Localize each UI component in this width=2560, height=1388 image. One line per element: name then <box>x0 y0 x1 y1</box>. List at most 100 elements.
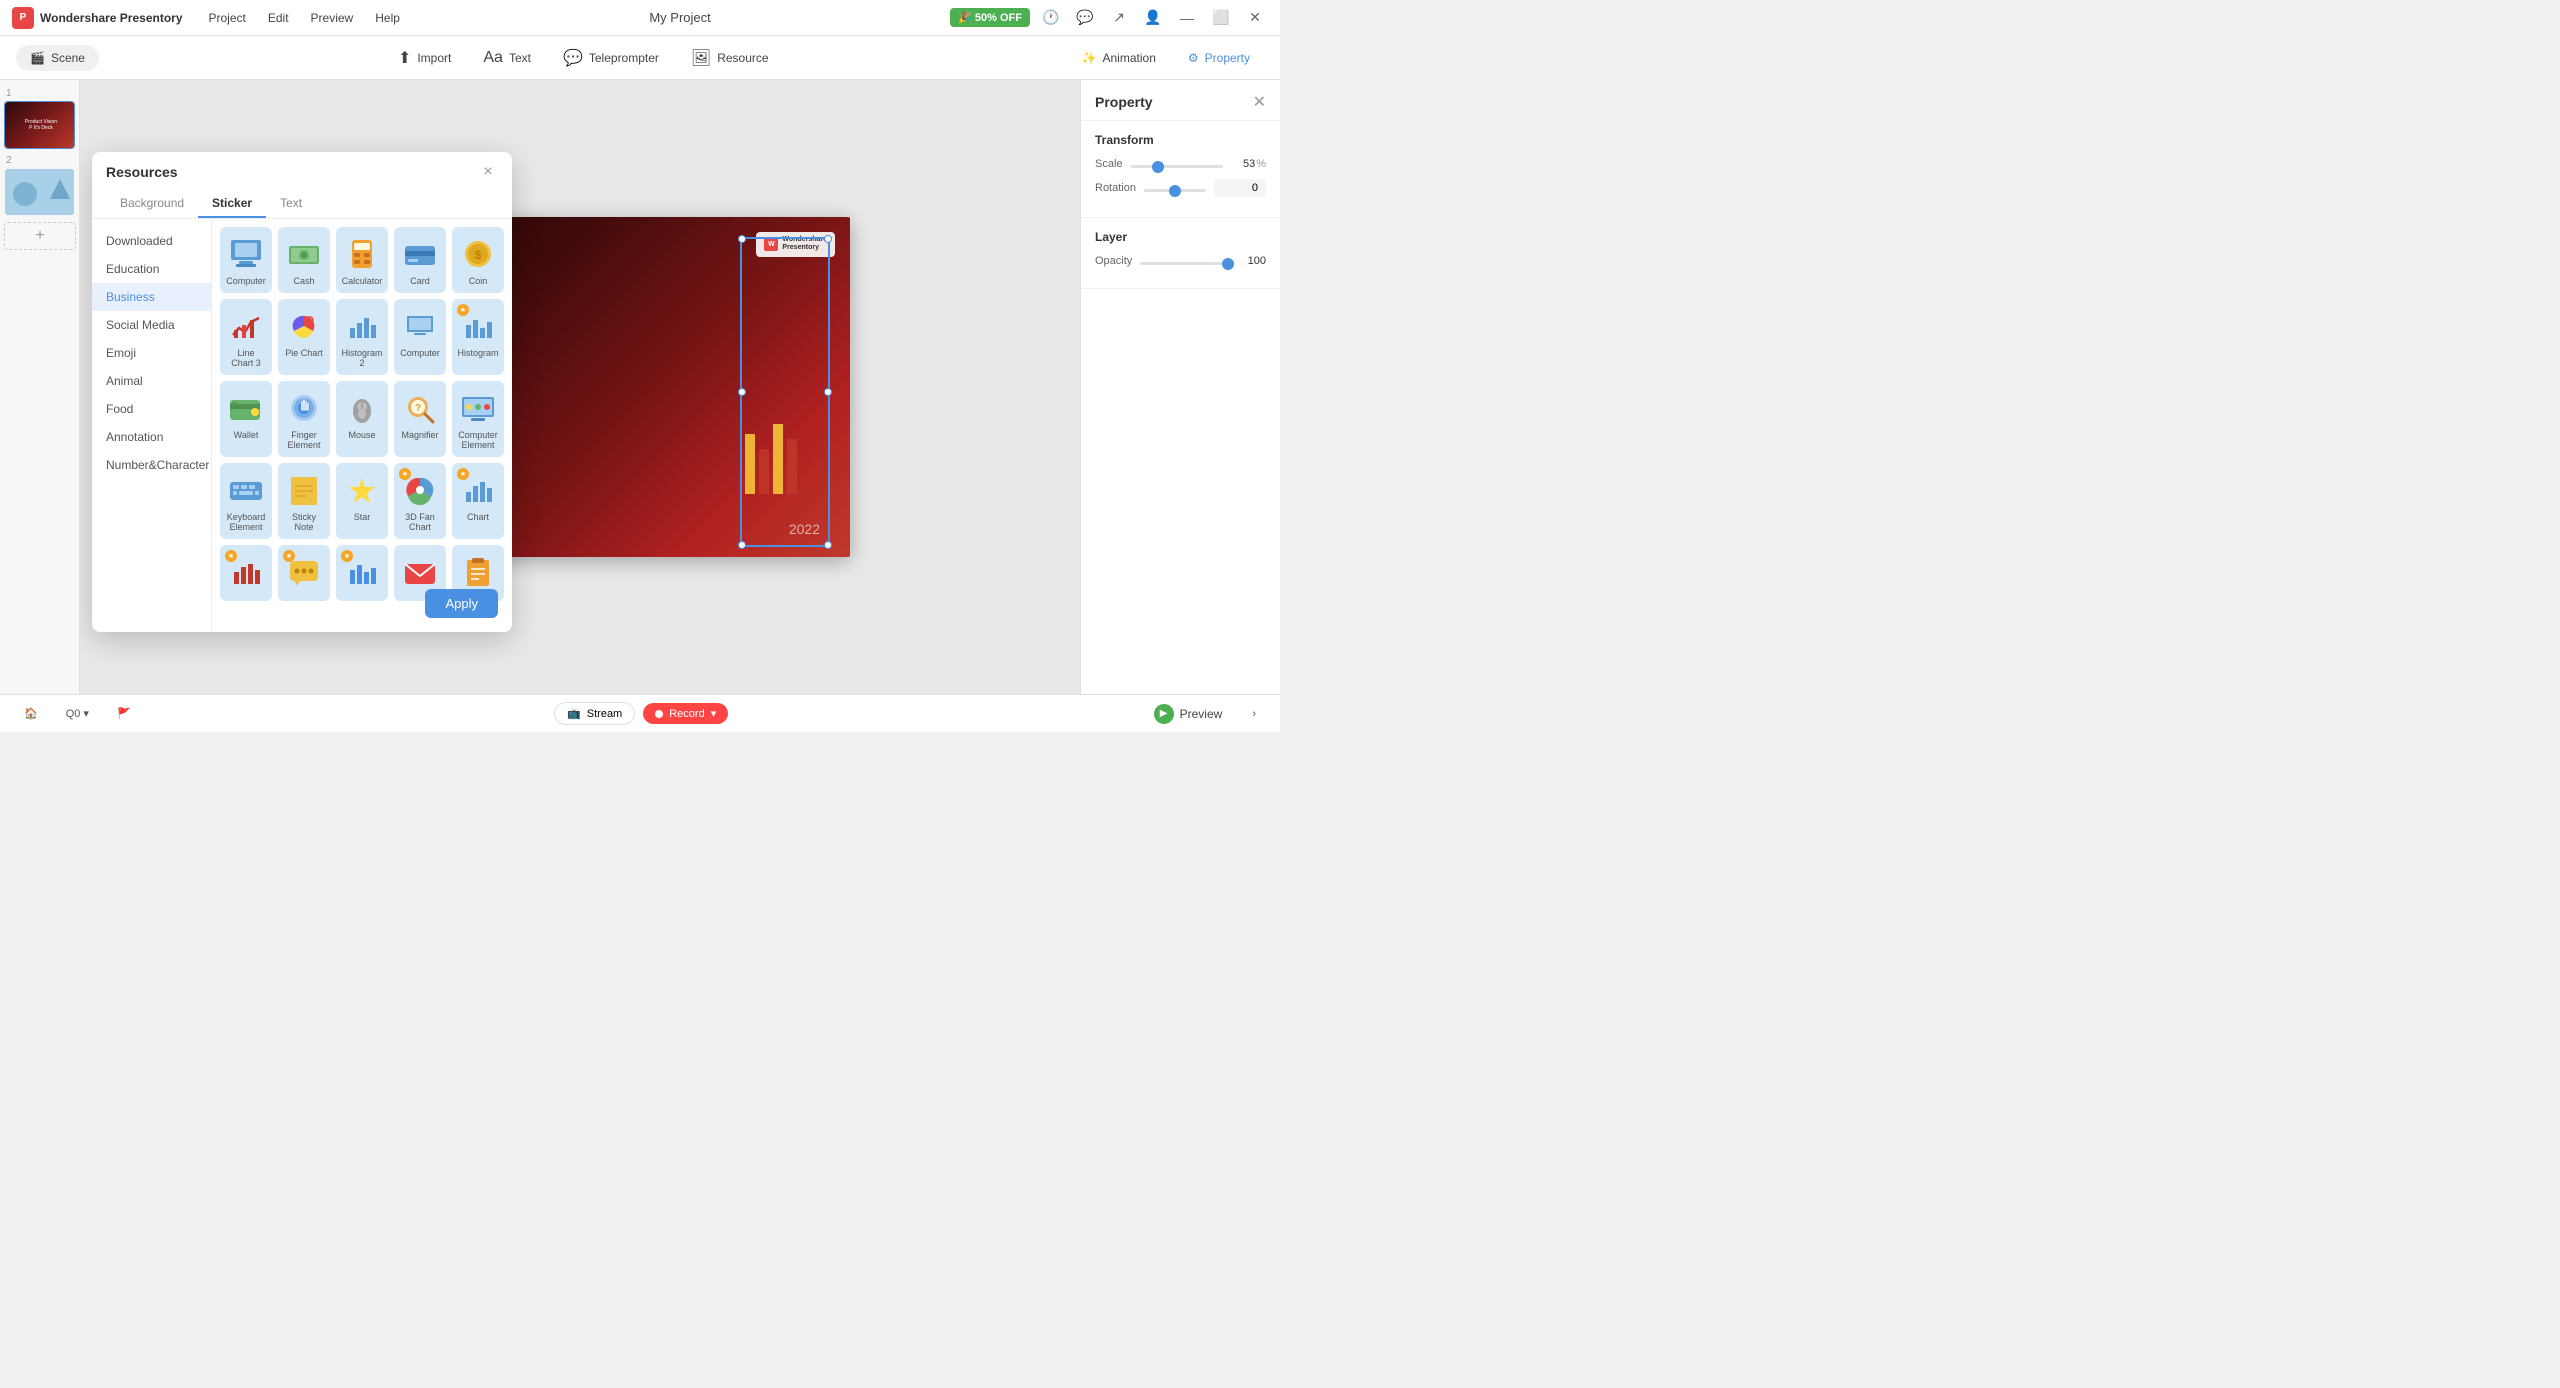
teleprompter-button[interactable]: 💬 Teleprompter <box>549 42 673 74</box>
rotation-slider[interactable] <box>1144 189 1206 192</box>
scale-value: 53 <box>1231 158 1255 170</box>
nav-project[interactable]: Project <box>199 7 256 29</box>
rotation-slider-container <box>1144 181 1206 195</box>
grid-item-3dfan[interactable]: ★ 3D Fan Chart <box>394 463 446 539</box>
grid-item-wallet[interactable]: Wallet <box>220 381 272 457</box>
minimize-icon[interactable]: — <box>1174 5 1200 31</box>
nav-help[interactable]: Help <box>365 7 410 29</box>
import-button[interactable]: ⬆ Import <box>384 42 465 74</box>
wallet-icon <box>222 388 270 428</box>
bottom-right: ▶ Preview › <box>1142 700 1266 728</box>
text-label: Text <box>509 51 531 65</box>
user-icon[interactable]: 👤 <box>1140 5 1166 31</box>
sidebar-item-emoji[interactable]: Emoji <box>92 339 211 367</box>
home-icon[interactable]: 🏠 <box>14 703 48 724</box>
grid-item-compelem[interactable]: Computer Element <box>452 381 504 457</box>
slide-thumb-2[interactable]: 2 <box>4 155 75 216</box>
grid-item-piechart[interactable]: Pie Chart <box>278 299 330 375</box>
sidebar-item-downloaded[interactable]: Downloaded <box>92 227 211 255</box>
selection-box[interactable] <box>740 237 830 547</box>
rotation-input[interactable] <box>1222 182 1258 194</box>
slide-1[interactable]: Product VisionP It's Deck <box>4 101 75 149</box>
maximize-icon[interactable]: ⬜ <box>1208 5 1234 31</box>
zoom-control[interactable]: Q0 ▾ <box>56 703 99 724</box>
modal-grid-area: Computer Cash Calculator <box>212 219 512 632</box>
scale-label: Scale <box>1095 158 1123 170</box>
layer-section: Layer Opacity 100 <box>1081 218 1280 289</box>
grid-item-bar1[interactable]: ★ <box>220 545 272 601</box>
clock-icon[interactable]: 🕐 <box>1038 5 1064 31</box>
chart-label: Chart <box>467 512 489 522</box>
cash-icon <box>280 234 328 274</box>
grid-item-sticky[interactable]: Sticky Note <box>278 463 330 539</box>
canvas-area[interactable]: W WondersharePresentory $ <box>80 80 1080 694</box>
tab-text[interactable]: Text <box>266 190 316 218</box>
bottom-center: 📺 Stream Record ▾ <box>554 702 728 725</box>
grid-item-barblue[interactable]: ★ <box>336 545 388 601</box>
text-button[interactable]: Aa Text <box>469 42 545 74</box>
chevron-right-icon[interactable]: › <box>1242 704 1266 724</box>
grid-item-linechart3[interactable]: Line Chart 3 <box>220 299 272 375</box>
grid-item-calculator[interactable]: Calculator <box>336 227 388 293</box>
tab-background[interactable]: Background <box>106 190 198 218</box>
grid-row-3: Wallet Finger Element Mous <box>220 381 504 457</box>
nav-items: Project Edit Preview Help <box>199 7 410 29</box>
grid-item-coin[interactable]: $ Coin <box>452 227 504 293</box>
sidebar-item-business[interactable]: Business <box>92 283 211 311</box>
stream-button[interactable]: 📺 Stream <box>554 702 635 725</box>
grid-item-magnifier[interactable]: ? Magnifier <box>394 381 446 457</box>
property-close-icon[interactable]: ✕ <box>1253 92 1266 112</box>
modal-close-button[interactable]: × <box>478 162 498 182</box>
share-icon[interactable]: ↗ <box>1106 5 1132 31</box>
chat-icon[interactable]: 💬 <box>1072 5 1098 31</box>
sidebar-item-animal[interactable]: Animal <box>92 367 211 395</box>
sidebar-item-annotation[interactable]: Annotation <box>92 423 211 451</box>
property-button[interactable]: ⚙ Property <box>1174 45 1264 71</box>
grid-item-histogram[interactable]: ★ Histogram <box>452 299 504 375</box>
resource-button[interactable]: 🖼 Resource <box>677 42 783 74</box>
slide-thumb-1[interactable]: 1 Product VisionP It's Deck <box>4 88 75 149</box>
grid-item-star[interactable]: Star <box>336 463 388 539</box>
sidebar-item-social[interactable]: Social Media <box>92 311 211 339</box>
nav-edit[interactable]: Edit <box>258 7 299 29</box>
sidebar-item-education[interactable]: Education <box>92 255 211 283</box>
grid-item-histogram2[interactable]: Histogram 2 <box>336 299 388 375</box>
record-button[interactable]: Record ▾ <box>643 703 728 724</box>
handle-bl[interactable] <box>738 541 746 549</box>
animation-button[interactable]: ✨ Animation <box>1068 45 1170 71</box>
nav-preview[interactable]: Preview <box>301 7 364 29</box>
grid-item-computer2[interactable]: Computer <box>394 299 446 375</box>
grid-item-keyboard[interactable]: Keyboard Element <box>220 463 272 539</box>
grid-item-cash[interactable]: Cash <box>278 227 330 293</box>
opacity-slider[interactable] <box>1140 262 1234 265</box>
grid-item-chat[interactable]: ★ <box>278 545 330 601</box>
handle-mr[interactable] <box>824 388 832 396</box>
grid-item-finger[interactable]: Finger Element <box>278 381 330 457</box>
handle-tl[interactable] <box>738 235 746 243</box>
close-icon[interactable]: ✕ <box>1242 5 1268 31</box>
grid-row-1: Computer Cash Calculator <box>220 227 504 293</box>
grid-item-computer[interactable]: Computer <box>220 227 272 293</box>
add-slide-button[interactable]: + <box>4 222 76 250</box>
computer2-label: Computer <box>400 348 440 358</box>
keyboard-icon <box>222 470 270 510</box>
grid-item-card[interactable]: Card <box>394 227 446 293</box>
discount-badge[interactable]: 🎉 50% OFF <box>950 8 1030 27</box>
sidebar-item-food[interactable]: Food <box>92 395 211 423</box>
handle-ml[interactable] <box>738 388 746 396</box>
preview-button[interactable]: ▶ Preview <box>1142 700 1235 728</box>
flag-icon[interactable]: 🚩 <box>107 703 141 724</box>
bottom-bar: 🏠 Q0 ▾ 🚩 📺 Stream Record ▾ ▶ Preview › <box>0 694 1280 732</box>
scale-slider[interactable] <box>1131 165 1224 168</box>
stream-label: Stream <box>587 708 622 720</box>
handle-br[interactable] <box>824 541 832 549</box>
slide-2[interactable] <box>4 168 75 216</box>
tab-sticker[interactable]: Sticker <box>198 190 266 218</box>
scene-button[interactable]: 🎬 Scene <box>16 45 99 71</box>
grid-item-mouse[interactable]: Mouse <box>336 381 388 457</box>
sidebar-item-number[interactable]: Number&Character <box>92 451 211 479</box>
calculator-icon <box>338 234 386 274</box>
apply-button[interactable]: Apply <box>425 589 498 618</box>
property-label: Property <box>1205 51 1250 65</box>
grid-item-chart[interactable]: ★ Chart <box>452 463 504 539</box>
